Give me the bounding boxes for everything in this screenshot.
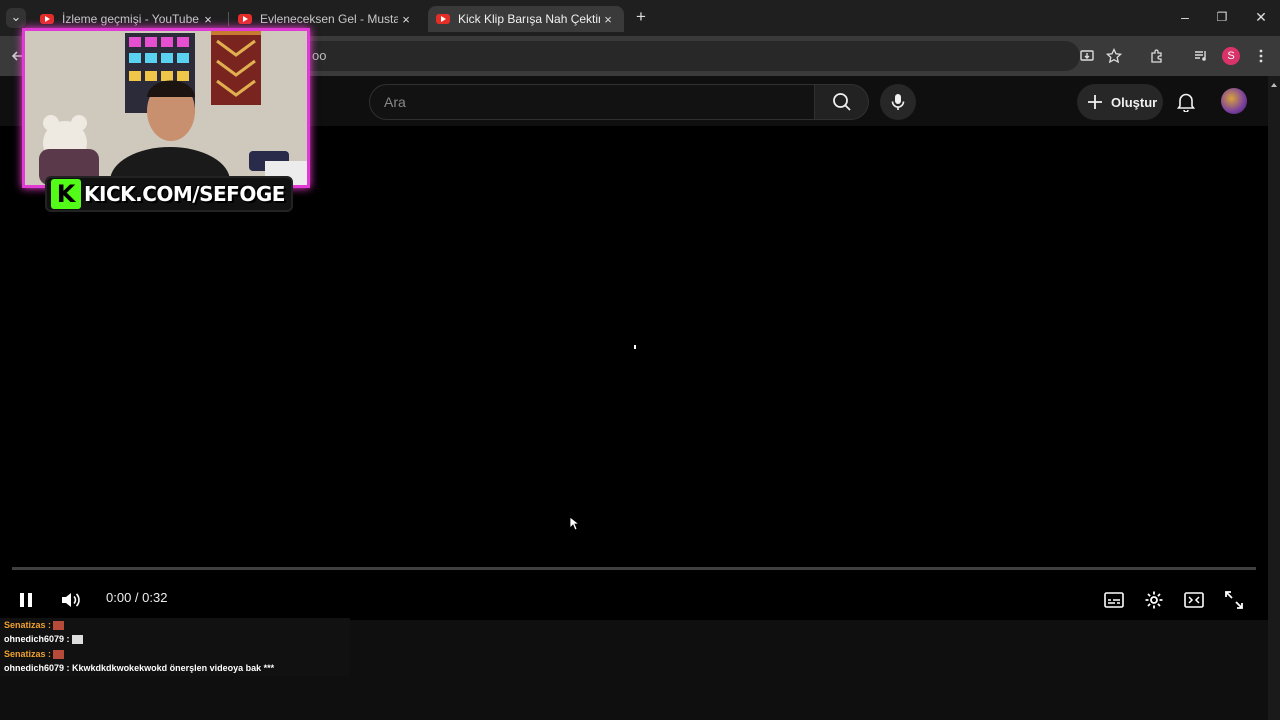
stream-chat-overlay: Senatizas : ohnedich6079 : Senatizas : o…: [0, 618, 350, 676]
chat-line: ohnedich6079 : Kkwkdkdkwokekwokd önerşle…: [4, 663, 274, 673]
time-display: 0:00 / 0:32: [106, 590, 168, 605]
microphone-icon: [891, 94, 905, 110]
browser-tab-kick-klip[interactable]: Kick Klip Barışa Nah Çektim #1 ×: [428, 6, 624, 32]
minimize-button[interactable]: –: [1170, 6, 1200, 28]
account-avatar[interactable]: [1221, 88, 1247, 114]
url-text: oo: [312, 48, 327, 63]
browser-menu-icon[interactable]: [1249, 44, 1273, 68]
subtitles-button[interactable]: [1098, 584, 1130, 616]
mute-button[interactable]: [54, 584, 86, 616]
tab-close-icon[interactable]: ×: [600, 12, 616, 27]
theater-mode-button[interactable]: [1178, 584, 1210, 616]
kick-logo-icon: K: [51, 179, 81, 209]
chat-emote-icon: [53, 621, 65, 631]
search-button[interactable]: [815, 84, 869, 120]
voice-search-button[interactable]: [880, 84, 916, 120]
kick-channel-banner: K KICK.COM/SEFOGE: [45, 176, 293, 212]
chat-username: ohnedich6079 :: [4, 663, 70, 673]
close-window-button[interactable]: ✕: [1246, 6, 1276, 28]
kick-channel-text: KICK.COM/SEFOGE: [84, 182, 285, 206]
scroll-up-arrow-icon: [1271, 83, 1277, 87]
media-controls-icon[interactable]: [1189, 44, 1213, 68]
search-input[interactable]: Ara: [369, 84, 815, 120]
pause-icon: [20, 593, 32, 607]
chat-line: Senatizas :: [4, 649, 65, 660]
progress-bar[interactable]: [12, 567, 1256, 570]
tab-separator: [228, 12, 229, 26]
theater-icon: [1184, 592, 1204, 608]
webcam-overlay: [22, 28, 310, 188]
tab-title: Kick Klip Barışa Nah Çektim #1: [458, 12, 600, 26]
notifications-button[interactable]: [1172, 88, 1200, 116]
subtitles-icon: [1104, 592, 1124, 608]
search-icon: [832, 93, 851, 111]
chat-username: Senatizas :: [4, 649, 52, 659]
tab-title: İzleme geçmişi - YouTube: [62, 12, 199, 26]
chat-emote-icon: [71, 635, 83, 645]
chat-emote-icon: [53, 650, 65, 660]
extensions-puzzle-icon[interactable]: [1145, 44, 1169, 68]
profile-avatar[interactable]: S: [1219, 44, 1243, 68]
new-tab-button[interactable]: +: [632, 8, 650, 28]
loading-spinner: [634, 345, 636, 349]
restore-button[interactable]: ❐: [1207, 6, 1237, 28]
fullscreen-button[interactable]: [1218, 584, 1250, 616]
bell-icon: [1177, 93, 1195, 112]
plus-icon: [1088, 95, 1102, 109]
gear-icon: [1145, 591, 1163, 609]
mouse-cursor-icon: [569, 516, 581, 536]
pause-button[interactable]: [10, 584, 42, 616]
settings-button[interactable]: [1138, 584, 1170, 616]
chat-line: Senatizas :: [4, 620, 65, 631]
youtube-favicon-icon: [40, 14, 54, 24]
volume-icon: [62, 593, 80, 607]
page-scrollbar[interactable]: [1268, 76, 1280, 720]
install-app-icon[interactable]: [1075, 44, 1099, 68]
chat-username: Senatizas :: [4, 620, 52, 630]
tab-close-icon[interactable]: ×: [200, 12, 216, 27]
tab-search-button[interactable]: ⌄: [6, 8, 26, 28]
chat-line: ohnedich6079 :: [4, 634, 83, 645]
fullscreen-icon: [1225, 591, 1243, 609]
chat-message: Kkwkdkdkwokekwokd önerşlen videoya bak *…: [72, 663, 275, 673]
tab-close-icon[interactable]: ×: [398, 12, 414, 27]
create-label: Oluştur: [1111, 94, 1158, 110]
bookmark-star-icon[interactable]: [1102, 44, 1126, 68]
profile-initial: S: [1222, 47, 1240, 65]
youtube-favicon-icon: [238, 14, 252, 24]
player-controls: 0:00 / 0:32: [0, 578, 1268, 620]
youtube-favicon-icon: [436, 14, 450, 24]
webcam-scene: [25, 31, 307, 185]
create-button[interactable]: Oluştur: [1077, 84, 1163, 120]
tab-title: Evleneceksen Gel - Mustafa'dan: [260, 12, 398, 26]
chat-username: ohnedich6079 :: [4, 634, 70, 644]
